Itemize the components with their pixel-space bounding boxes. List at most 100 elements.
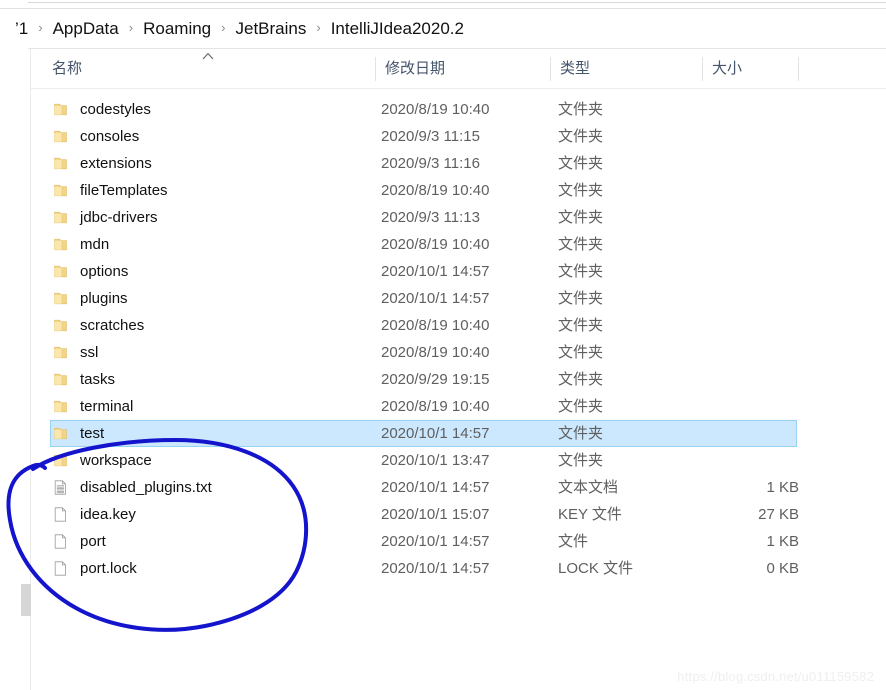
- file-name-cell[interactable]: port: [52, 528, 382, 555]
- column-divider-type[interactable]: [702, 57, 703, 81]
- file-row[interactable]: port 2020/10/1 14:57 文件 1 KB: [31, 528, 886, 555]
- file-type-cell: 文件夹: [558, 317, 604, 334]
- file-row[interactable]: disabled_plugins.txt 2020/10/1 14:57 文本文档 1…: [31, 474, 886, 501]
- chevron-up-icon: [202, 52, 214, 60]
- breadcrumb-item-2[interactable]: Roaming: [142, 16, 212, 42]
- file-date-modified-cell: 2020/10/1 14:57: [381, 263, 490, 280]
- generic-file-icon: [54, 507, 66, 522]
- file-size-cell: [711, 96, 799, 123]
- file-row[interactable]: scratches 2020/8/19 10:40 文件夹: [31, 312, 886, 339]
- vertical-scrollbar-thumb[interactable]: [21, 584, 31, 616]
- file-row[interactable]: test 2020/10/1 14:57 文件夹: [31, 420, 886, 447]
- file-name-cell[interactable]: jdbc-drivers: [52, 204, 382, 231]
- file-name-cell[interactable]: fileTemplates: [52, 177, 382, 204]
- folder-icon: [54, 319, 67, 332]
- folder-icon: [54, 400, 67, 413]
- file-type-cell: 文件夹: [558, 128, 604, 145]
- file-name-cell[interactable]: extensions: [52, 150, 382, 177]
- file-size-cell: [711, 447, 799, 474]
- column-divider-date[interactable]: [550, 57, 551, 81]
- file-row[interactable]: options 2020/10/1 14:57 文件夹: [31, 258, 886, 285]
- file-row[interactable]: ssl 2020/8/19 10:40 文件夹: [31, 339, 886, 366]
- file-name-cell[interactable]: workspace: [52, 447, 382, 474]
- file-name-label: extensions: [80, 155, 152, 172]
- file-name-cell[interactable]: disabled_plugins.txt: [52, 474, 382, 501]
- breadcrumb-item-4[interactable]: IntelliJIdea2020.2: [330, 16, 465, 42]
- column-header-name-label: 名称: [52, 60, 83, 77]
- file-size-cell: [711, 123, 799, 150]
- file-type-cell: 文件夹: [558, 344, 604, 361]
- file-size-cell: [711, 150, 799, 177]
- file-name-cell[interactable]: options: [52, 258, 382, 285]
- file-name-cell[interactable]: ssl: [52, 339, 382, 366]
- file-size-cell: [711, 420, 799, 447]
- column-divider-size[interactable]: [798, 57, 799, 81]
- file-row[interactable]: port.lock 2020/10/1 14:57 LOCK 文件 0 KB: [31, 555, 886, 582]
- file-name-label: jdbc-drivers: [80, 209, 158, 226]
- file-name-cell[interactable]: tasks: [52, 366, 382, 393]
- file-name-cell[interactable]: consoles: [52, 123, 382, 150]
- file-size-cell: [711, 285, 799, 312]
- breadcrumb-separator: ›: [38, 20, 43, 35]
- file-name-cell[interactable]: codestyles: [52, 96, 382, 123]
- folder-icon: [54, 454, 67, 467]
- file-type-cell: KEY 文件: [558, 506, 622, 523]
- file-size-cell: 0 KB: [766, 560, 799, 577]
- file-name-label: disabled_plugins.txt: [80, 479, 212, 496]
- breadcrumb-item-3[interactable]: JetBrains: [234, 16, 307, 42]
- file-date-modified-cell: 2020/8/19 10:40: [381, 182, 490, 199]
- file-row[interactable]: mdn 2020/8/19 10:40 文件夹: [31, 231, 886, 258]
- file-row[interactable]: codestyles 2020/8/19 10:40 文件夹: [31, 96, 886, 123]
- file-name-label: consoles: [80, 128, 140, 145]
- file-date-modified-cell: 2020/10/1 13:47: [381, 452, 490, 469]
- file-name-cell[interactable]: mdn: [52, 231, 382, 258]
- file-name-cell[interactable]: scratches: [52, 312, 382, 339]
- file-name-cell[interactable]: idea.key: [52, 501, 382, 528]
- column-header-type-label: 类型: [560, 60, 591, 77]
- file-name-label: terminal: [80, 398, 134, 415]
- file-row[interactable]: consoles 2020/9/3 11:15 文件夹: [31, 123, 886, 150]
- file-list[interactable]: codestyles 2020/8/19 10:40 文件夹 consoles 2020…: [31, 96, 886, 582]
- column-header-type[interactable]: 类型: [560, 49, 590, 88]
- window-top-rule-upper: [28, 2, 886, 3]
- file-name-cell[interactable]: test: [52, 420, 382, 447]
- file-date-modified-cell: 2020/8/19 10:40: [381, 398, 490, 415]
- file-row[interactable]: plugins 2020/10/1 14:57 文件夹: [31, 285, 886, 312]
- file-date-modified-cell: 2020/8/19 10:40: [381, 317, 490, 334]
- file-size-cell: [711, 366, 799, 393]
- file-name-cell[interactable]: port.lock: [52, 555, 382, 582]
- file-date-modified-cell: 2020/10/1 14:57: [381, 533, 490, 550]
- breadcrumb-item-0[interactable]: ’1: [14, 16, 29, 42]
- file-size-cell: 1 KB: [766, 479, 799, 496]
- file-row[interactable]: jdbc-drivers 2020/9/3 11:13 文件夹: [31, 204, 886, 231]
- column-header-date-modified[interactable]: 修改日期: [385, 49, 445, 88]
- file-name-cell[interactable]: plugins: [52, 285, 382, 312]
- file-size-cell: [711, 312, 799, 339]
- file-row[interactable]: workspace 2020/10/1 13:47 文件夹: [31, 447, 886, 474]
- file-type-cell: 文件夹: [558, 452, 604, 469]
- column-divider-name[interactable]: [375, 57, 376, 81]
- column-header-name[interactable]: 名称: [52, 49, 82, 88]
- folder-icon: [54, 238, 67, 251]
- file-row[interactable]: terminal 2020/8/19 10:40 文件夹: [31, 393, 886, 420]
- file-size-cell: [711, 339, 799, 366]
- column-header-date-modified-label: 修改日期: [385, 60, 446, 77]
- file-row[interactable]: tasks 2020/9/29 19:15 文件夹: [31, 366, 886, 393]
- file-name-label: plugins: [80, 290, 128, 307]
- file-row[interactable]: fileTemplates 2020/8/19 10:40 文件夹: [31, 177, 886, 204]
- file-row[interactable]: extensions 2020/9/3 11:16 文件夹: [31, 150, 886, 177]
- file-date-modified-cell: 2020/9/29 19:15: [381, 371, 490, 388]
- column-header-size[interactable]: 大小: [712, 49, 742, 88]
- breadcrumb[interactable]: ’1 › AppData › Roaming › JetBrains › IntelliJIde…: [14, 16, 465, 42]
- file-name-label: idea.key: [80, 506, 136, 523]
- file-date-modified-cell: 2020/9/3 11:15: [381, 128, 480, 145]
- file-date-modified-cell: 2020/8/19 10:40: [381, 236, 490, 253]
- file-type-cell: 文本文档: [558, 479, 619, 496]
- file-name-cell[interactable]: terminal: [52, 393, 382, 420]
- file-size-cell: [711, 204, 799, 231]
- file-type-cell: LOCK 文件: [558, 560, 634, 577]
- breadcrumb-item-1[interactable]: AppData: [52, 16, 120, 42]
- file-row[interactable]: idea.key 2020/10/1 15:07 KEY 文件 27 KB: [31, 501, 886, 528]
- file-name-label: ssl: [80, 344, 99, 361]
- folder-icon: [54, 346, 67, 359]
